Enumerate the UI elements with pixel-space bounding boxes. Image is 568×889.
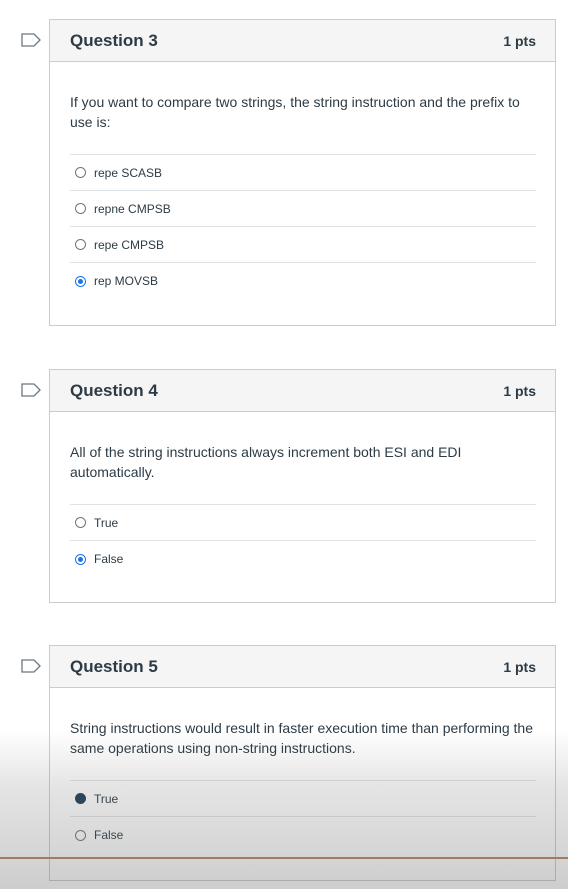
question-title: Question 4 [70,380,158,400]
question-header: Question 5 1 pts [50,646,555,688]
answer-label: True [94,791,119,806]
question-card-5: Question 5 1 pts String instructions wou… [49,645,556,881]
question-body: String instructions would result in fast… [50,688,555,867]
answer-label: True [94,515,119,530]
answer-option-true[interactable]: True [70,781,536,817]
radio-unselected-icon[interactable] [75,517,86,528]
answer-label: repne CMPSB [94,201,171,216]
answer-label: False [94,828,124,842]
answer-list: True False [70,780,536,853]
question-card-3: Question 3 1 pts If you want to compare … [49,19,556,326]
answer-label: repe SCASB [94,165,163,180]
radio-unselected-icon[interactable] [75,203,86,214]
answer-option-repe-cmpsb[interactable]: repe CMPSB [70,227,536,263]
question-text: If you want to compare two strings, the … [70,94,520,130]
bottom-divider [0,857,568,859]
question-title: Question 3 [70,30,158,50]
flag-question-icon[interactable] [21,659,41,673]
question-text: All of the string instructions always in… [70,444,462,480]
radio-unselected-icon[interactable] [75,239,86,250]
flag-question-icon[interactable] [21,383,41,397]
radio-unselected-icon[interactable] [75,167,86,178]
question-points: 1 pts [503,382,536,399]
answer-option-repne-cmpsb[interactable]: repne CMPSB [70,191,536,227]
question-text: String instructions would result in fast… [70,720,534,756]
question-points: 1 pts [503,658,536,675]
question-body: If you want to compare two strings, the … [50,62,555,313]
radio-selected-icon[interactable] [75,553,86,565]
question-card-4: Question 4 1 pts All of the string instr… [49,369,556,603]
flag-question-icon[interactable] [21,33,41,47]
answer-label: repe CMPSB [94,237,165,252]
quiz-page: Question 3 1 pts If you want to compare … [0,0,568,889]
answer-option-rep-movsb[interactable]: rep MOVSB [70,263,536,299]
answer-option-true[interactable]: True [70,505,536,541]
question-header: Question 4 1 pts [50,370,555,412]
radio-unselected-icon[interactable] [75,829,86,841]
question-points: 1 pts [503,32,536,49]
radio-selected-icon[interactable] [75,793,86,804]
answer-label: rep MOVSB [94,274,159,288]
question-body: All of the string instructions always in… [50,412,555,591]
answer-option-repe-scasb[interactable]: repe SCASB [70,155,536,191]
answer-list: True False [70,504,536,577]
answer-list: repe SCASB repne CMPSB repe CMPSB rep MO… [70,154,536,299]
radio-selected-icon[interactable] [75,275,86,287]
question-title: Question 5 [70,656,158,676]
answer-label: False [94,552,124,566]
answer-option-false[interactable]: False [70,817,536,853]
question-header: Question 3 1 pts [50,20,555,62]
answer-option-false[interactable]: False [70,541,536,577]
